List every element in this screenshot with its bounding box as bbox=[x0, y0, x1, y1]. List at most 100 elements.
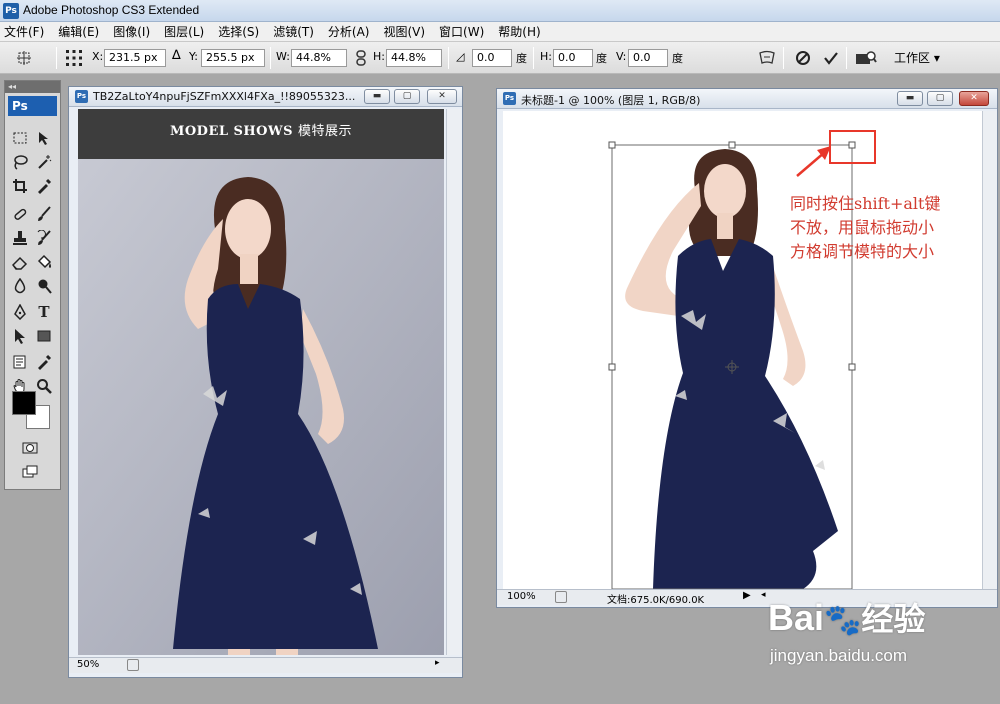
right-canvas[interactable] bbox=[503, 111, 995, 589]
move-tool-preset-icon[interactable] bbox=[14, 48, 34, 68]
dodge-tool-icon[interactable] bbox=[33, 275, 55, 297]
hskew-unit: 度 bbox=[596, 52, 607, 65]
minimize-button[interactable]: ▬ bbox=[364, 89, 390, 104]
blur-tool-icon[interactable] bbox=[9, 275, 31, 297]
cancel-transform-icon[interactable] bbox=[793, 48, 813, 68]
left-doc-titlebar[interactable]: Ps TB2ZaLtoY4npuFjSZFmXXXl4FXa_!!8905532… bbox=[69, 87, 462, 107]
maximize-button[interactable]: ▢ bbox=[394, 89, 420, 104]
vskew-label: V: bbox=[616, 50, 627, 63]
clone-stamp-tool-icon[interactable] bbox=[9, 227, 31, 249]
history-brush-tool-icon[interactable] bbox=[33, 227, 55, 249]
x-label: X: bbox=[92, 50, 104, 63]
y-field[interactable]: 255.5 px bbox=[201, 49, 265, 67]
photoshop-logo-icon: Ps bbox=[3, 3, 19, 19]
paw-icon: 🐾 bbox=[824, 603, 862, 638]
document-icon: Ps bbox=[75, 90, 88, 103]
x-field[interactable]: 231.5 px bbox=[104, 49, 166, 67]
quick-mask-icon[interactable] bbox=[19, 437, 41, 459]
left-document-window[interactable]: Ps TB2ZaLtoY4npuFjSZFmXXXl4FXa_!!8905532… bbox=[68, 86, 463, 678]
menu-analysis[interactable]: 分析(A) bbox=[328, 23, 370, 40]
warp-mode-icon[interactable] bbox=[757, 48, 777, 68]
healing-brush-tool-icon[interactable] bbox=[9, 203, 31, 225]
tools-panel-collapse[interactable]: ◂◂ bbox=[5, 81, 60, 93]
notes-tool-icon[interactable] bbox=[9, 351, 31, 373]
rotate-icon: ◿ bbox=[456, 50, 465, 63]
pen-tool-icon[interactable] bbox=[9, 301, 31, 323]
menu-select[interactable]: 选择(S) bbox=[218, 23, 259, 40]
right-doc-title: 未标题-1 @ 100% (图层 1, RGB/8) bbox=[521, 94, 701, 107]
vskew-field[interactable]: 0.0 bbox=[628, 49, 668, 67]
menu-edit[interactable]: 编辑(E) bbox=[58, 23, 99, 40]
scroll-left-icon[interactable]: ◂ bbox=[761, 590, 766, 600]
move-tool-icon[interactable] bbox=[33, 127, 55, 149]
rotate-unit: 度 bbox=[516, 52, 527, 65]
annotation-line-3: 方格调节模特的大小 bbox=[790, 242, 935, 261]
left-vertical-scrollbar[interactable] bbox=[446, 109, 461, 655]
delta-icon: ∆ bbox=[172, 48, 181, 63]
annotation-highlight-box bbox=[829, 130, 876, 164]
minimize-button[interactable]: ▬ bbox=[897, 91, 923, 106]
link-icon[interactable] bbox=[351, 48, 371, 68]
photoshop-badge: Ps bbox=[8, 96, 57, 116]
commit-transform-icon[interactable] bbox=[821, 48, 841, 68]
left-zoom-level[interactable]: 50% bbox=[77, 659, 99, 670]
banner-title-cn: 模特展示 bbox=[298, 124, 353, 139]
watermark-url: jingyan.baidu.com bbox=[770, 646, 908, 665]
annotation-text: 同时按住shift+alt键 不放，用鼠标拖动小 方格调节模特的大小 bbox=[790, 192, 995, 264]
eyedropper-slice-tool-icon[interactable] bbox=[33, 175, 55, 197]
menu-view[interactable]: 视图(V) bbox=[383, 23, 425, 40]
type-tool-icon[interactable]: T bbox=[33, 301, 55, 323]
menu-file[interactable]: 文件(F) bbox=[4, 23, 44, 40]
menu-image[interactable]: 图像(I) bbox=[113, 23, 150, 40]
w-field[interactable]: 44.8% bbox=[291, 49, 347, 67]
magic-wand-tool-icon[interactable] bbox=[33, 151, 55, 173]
right-zoom-level[interactable]: 100% bbox=[507, 591, 536, 602]
status-menu-icon[interactable] bbox=[127, 659, 139, 671]
workspace-menu[interactable]: 工作区 ▾ bbox=[894, 49, 940, 66]
foreground-color-swatch[interactable] bbox=[12, 391, 36, 415]
crop-tool-icon[interactable] bbox=[9, 175, 31, 197]
rectangle-tool-icon[interactable] bbox=[33, 325, 55, 347]
app-title: Adobe Photoshop CS3 Extended bbox=[23, 3, 200, 17]
close-button[interactable]: ✕ bbox=[427, 89, 457, 104]
hskew-label: H: bbox=[540, 50, 552, 63]
right-document-window[interactable]: Ps 未标题-1 @ 100% (图层 1, RGB/8) ▬ ▢ ✕ 100%… bbox=[496, 88, 998, 608]
menu-help[interactable]: 帮助(H) bbox=[498, 23, 540, 40]
eyedropper-tool-icon[interactable] bbox=[33, 351, 55, 373]
status-expand-icon[interactable]: ▶ bbox=[743, 590, 751, 601]
lasso-tool-icon[interactable] bbox=[9, 151, 31, 173]
color-swatches bbox=[12, 391, 54, 431]
w-label: W: bbox=[276, 50, 290, 63]
y-label: Y: bbox=[189, 50, 198, 63]
right-doc-titlebar[interactable]: Ps 未标题-1 @ 100% (图层 1, RGB/8) ▬ ▢ ✕ bbox=[497, 89, 997, 109]
left-doc-title: TB2ZaLtoY4npuFjSZFmXXXl4FXa_!!89055323..… bbox=[93, 90, 356, 103]
eraser-tool-icon[interactable] bbox=[9, 251, 31, 273]
menu-filter[interactable]: 滤镜(T) bbox=[273, 23, 314, 40]
reference-point-icon[interactable] bbox=[64, 48, 84, 68]
left-canvas[interactable]: MODEL SHOWS 模特展示 bbox=[78, 109, 444, 655]
close-button[interactable]: ✕ bbox=[959, 91, 989, 106]
path-selection-tool-icon[interactable] bbox=[9, 325, 31, 347]
hskew-field[interactable]: 0.0 bbox=[553, 49, 593, 67]
model-photo-right bbox=[608, 141, 856, 589]
left-status-bar: 50% ▸ bbox=[69, 657, 462, 673]
right-vertical-scrollbar[interactable] bbox=[982, 111, 997, 589]
bridge-icon[interactable] bbox=[853, 48, 879, 68]
vskew-unit: 度 bbox=[672, 52, 683, 65]
brush-tool-icon[interactable] bbox=[33, 203, 55, 225]
menu-layer[interactable]: 图层(L) bbox=[164, 23, 204, 40]
status-menu-icon[interactable] bbox=[555, 591, 567, 603]
annotation-line-1: 同时按住shift+alt键 bbox=[790, 194, 941, 213]
h-label: H: bbox=[373, 50, 385, 63]
document-icon: Ps bbox=[503, 92, 516, 105]
maximize-button[interactable]: ▢ bbox=[927, 91, 953, 106]
marquee-tool-icon[interactable] bbox=[9, 127, 31, 149]
menu-window[interactable]: 窗口(W) bbox=[439, 23, 484, 40]
rotate-field[interactable]: 0.0 bbox=[472, 49, 512, 67]
screen-mode-icon[interactable] bbox=[19, 461, 41, 483]
title-bar: Ps Adobe Photoshop CS3 Extended bbox=[0, 0, 1000, 22]
paint-bucket-tool-icon[interactable] bbox=[33, 251, 55, 273]
scroll-right-icon[interactable]: ▸ bbox=[435, 658, 440, 668]
watermark-cn: 经验 bbox=[861, 600, 926, 638]
h-field[interactable]: 44.8% bbox=[386, 49, 442, 67]
